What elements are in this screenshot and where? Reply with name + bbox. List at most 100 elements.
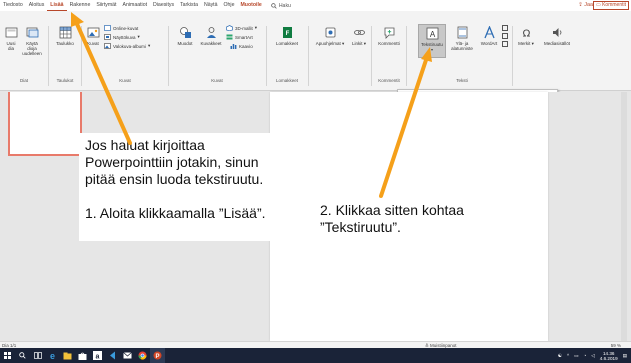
shapes-button[interactable]: Muodot bbox=[172, 26, 198, 46]
powerpoint-icon[interactable]: P bbox=[150, 348, 165, 363]
vertical-scrollbar[interactable] bbox=[621, 92, 627, 341]
powerpoint-window: Tiedosto Aloitus Lisää Rakenne Siirtymät… bbox=[0, 0, 631, 363]
note1-line3: pitää ensin luoda tekstiruutu. bbox=[85, 171, 264, 187]
clock-date: 4.6.2019 bbox=[599, 355, 618, 361]
3d-models-label: 3D-mallit bbox=[235, 25, 253, 31]
shapes-icon bbox=[179, 27, 191, 38]
icons-button[interactable]: Kuvakkeet bbox=[199, 26, 223, 46]
pictures-button[interactable]: Kuvat bbox=[85, 26, 101, 46]
vscode-icon[interactable] bbox=[105, 348, 120, 363]
comment-label: Kommentti bbox=[378, 41, 400, 46]
instruction-note-1: Jos haluat kirjoittaa Powerpointtiin jot… bbox=[79, 133, 291, 241]
tab-diaesitys[interactable]: Diaesitys bbox=[150, 0, 177, 11]
header-footer-button[interactable]: Ylä- ja alatunniste bbox=[449, 26, 475, 51]
tab-ohje[interactable]: Ohje bbox=[221, 0, 238, 11]
screenshot-button[interactable]: Näyttökuva ▾ bbox=[104, 34, 140, 40]
chart-button[interactable]: Kaavio bbox=[230, 43, 253, 49]
slide-thumbnail-pane bbox=[0, 92, 88, 341]
note2-line1: 2. Klikkaa sitten kohtaa bbox=[320, 202, 464, 218]
symbols-label: Merkit bbox=[518, 41, 531, 46]
people-icon[interactable]: ☯ bbox=[558, 353, 562, 359]
ribbon-panel: Uusi dia Käytä dioja uudelleen Diat Taul… bbox=[0, 11, 631, 91]
tab-animaatiot[interactable]: Animaatiot bbox=[120, 0, 151, 11]
table-icon bbox=[59, 26, 71, 39]
task-view-icon[interactable] bbox=[30, 348, 45, 363]
media-button[interactable]: Mediasisällöt bbox=[539, 26, 575, 46]
edge-icon[interactable]: e bbox=[45, 348, 60, 363]
app-a-icon[interactable]: a bbox=[90, 348, 105, 363]
3d-models-button[interactable]: 3D-mallit ▾ bbox=[226, 25, 257, 31]
screenshot-icon bbox=[104, 34, 111, 40]
new-slide-button[interactable]: Uusi dia bbox=[4, 26, 18, 51]
add-ins-button[interactable]: Apuohjelmat ▾ bbox=[312, 26, 348, 46]
3d-model-icon bbox=[226, 25, 233, 31]
search-box[interactable]: Haku bbox=[271, 3, 291, 9]
forms-icon: F bbox=[282, 27, 292, 38]
note1-line2: Powerpointtiin jotakin, sinun bbox=[85, 154, 259, 170]
chevron-down-icon: ▾ bbox=[254, 25, 258, 30]
system-tray: ☯ ^ ▭ ◔ ◁ 14.36 4.6.2019 ▤ bbox=[558, 348, 631, 363]
tab-muotoile[interactable]: Muotoile bbox=[237, 0, 264, 11]
chevron-down-icon: ▾ bbox=[531, 41, 534, 46]
group-lomakkeet: Lomakkeet bbox=[275, 78, 298, 83]
pictures-icon bbox=[87, 27, 99, 38]
online-pictures-button[interactable]: Online-kuvat bbox=[104, 25, 138, 31]
chrome-icon[interactable] bbox=[135, 348, 150, 363]
symbols-button[interactable]: Ω Merkit ▾ bbox=[516, 26, 536, 47]
textbox-icon: A bbox=[426, 27, 438, 40]
search-icon[interactable] bbox=[15, 348, 30, 363]
smartart-button[interactable]: SmartArt bbox=[226, 34, 253, 40]
photo-album-button[interactable]: Valokuva-albumi ▾ bbox=[104, 43, 150, 49]
chart-label: Kaavio bbox=[239, 43, 253, 49]
file-explorer-icon[interactable] bbox=[60, 348, 75, 363]
header-footer-label: Ylä- ja alatunniste bbox=[451, 41, 473, 51]
links-button[interactable]: Linkit ▾ bbox=[350, 26, 368, 46]
svg-text:F: F bbox=[285, 31, 289, 37]
smartart-label: SmartArt bbox=[235, 34, 253, 40]
textbox-button[interactable]: A Tekstiruutu ▾ bbox=[418, 24, 446, 58]
group-taulukot: Taulukot bbox=[56, 78, 74, 83]
ribbon-separator bbox=[81, 26, 82, 86]
chevron-down-icon: ▾ bbox=[137, 34, 140, 39]
tab-tarkista[interactable]: Tarkista bbox=[177, 0, 201, 11]
media-label: Mediasisällöt bbox=[543, 41, 570, 46]
add-ins-icon bbox=[325, 27, 335, 38]
notification-icon[interactable]: ▤ bbox=[623, 353, 627, 359]
group-diat: Diat bbox=[19, 78, 28, 83]
store-icon[interactable] bbox=[75, 348, 90, 363]
comment-button[interactable]: Kommentti bbox=[374, 26, 404, 46]
tray-chevron-icon[interactable]: ^ bbox=[567, 353, 569, 358]
slide-number-icon[interactable] bbox=[502, 33, 508, 39]
wordart-button[interactable]: WordArt bbox=[478, 26, 500, 46]
svg-text:a: a bbox=[96, 354, 100, 361]
new-slide-label: Uusi dia bbox=[6, 41, 16, 51]
slide-thumbnail[interactable] bbox=[8, 92, 82, 156]
tab-siirtymat[interactable]: Siirtymät bbox=[93, 0, 119, 11]
forms-button[interactable]: F Lomakkeet bbox=[270, 26, 304, 46]
ribbon-separator bbox=[48, 26, 49, 86]
comments-button[interactable]: ▭ Kommentit bbox=[592, 1, 629, 10]
group-teksti: Teksti bbox=[456, 78, 468, 83]
clock[interactable]: 14.36 4.6.2019 bbox=[600, 351, 618, 361]
note1-line4: 1. Aloita klikkaamalla ”Lisää”. bbox=[85, 205, 266, 221]
new-slide-icon bbox=[5, 27, 17, 38]
object-icon[interactable] bbox=[502, 41, 508, 47]
group-kommentit: Kommentit bbox=[378, 78, 400, 83]
group-kuvat-2: Kuvat bbox=[211, 78, 223, 83]
wifi-icon[interactable]: ◔ bbox=[583, 353, 586, 358]
instruction-note-2: 2. Klikkaa sitten kohtaa ”Tekstiruutu”. bbox=[314, 198, 526, 244]
search-icon bbox=[271, 2, 277, 9]
tab-lisaa[interactable]: Lisää bbox=[47, 0, 67, 11]
tab-nayta[interactable]: Näytä bbox=[201, 0, 221, 11]
volume-icon[interactable]: ◁ bbox=[591, 353, 595, 359]
mail-icon[interactable] bbox=[120, 348, 135, 363]
ribbon-separator bbox=[371, 26, 372, 86]
tab-rakenne[interactable]: Rakenne bbox=[67, 0, 94, 11]
reuse-slides-button[interactable]: Käytä dioja uudelleen bbox=[21, 26, 43, 56]
table-button[interactable]: Taulukko bbox=[52, 26, 78, 46]
share-button[interactable]: ⇪ Jaa bbox=[578, 0, 593, 11]
tab-aloitus[interactable]: Aloitus bbox=[26, 0, 48, 11]
tab-tiedosto[interactable]: Tiedosto bbox=[0, 0, 26, 11]
date-time-icon[interactable] bbox=[502, 25, 508, 31]
windows-start-icon[interactable] bbox=[0, 348, 15, 363]
